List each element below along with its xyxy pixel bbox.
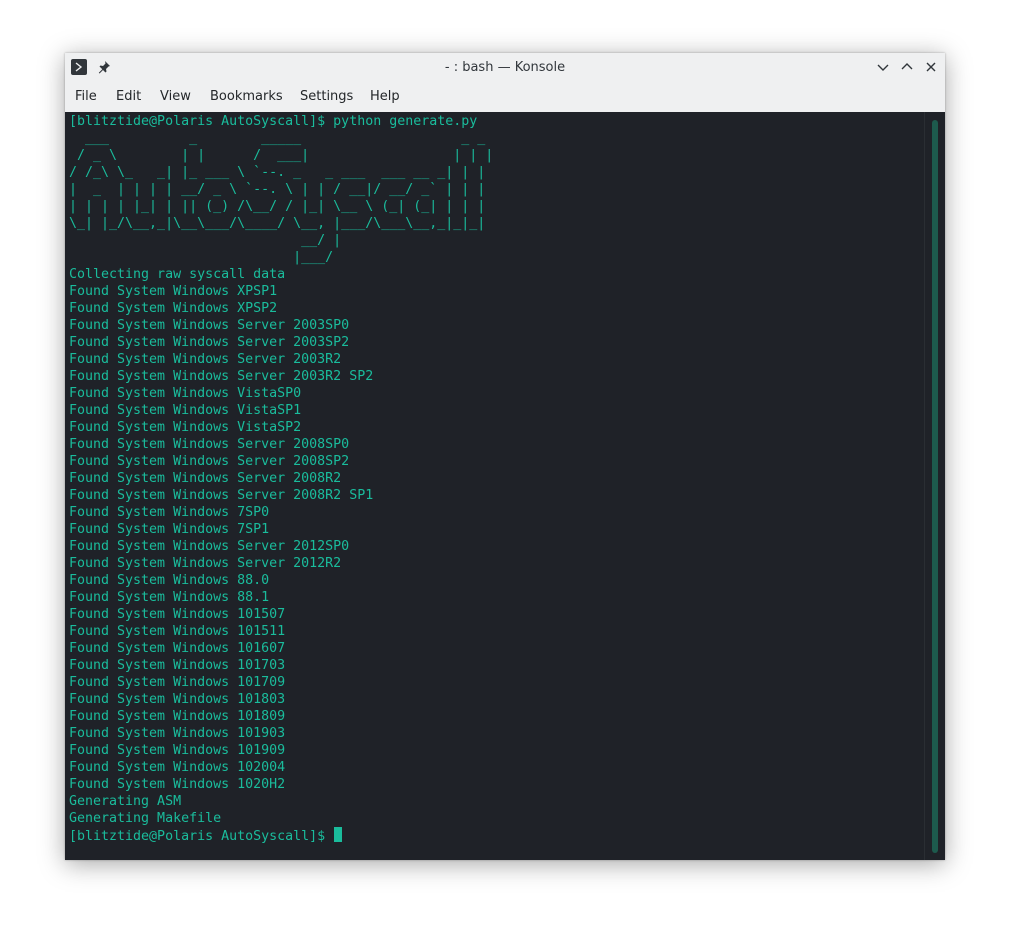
- terminal-line: Collecting raw syscall data: [69, 267, 286, 282]
- terminal-line: Found System Windows 7SP1: [69, 522, 270, 537]
- maximize-icon[interactable]: [899, 59, 915, 75]
- terminal-line: Found System Windows XPSP2: [69, 301, 278, 316]
- terminal-line: Found System Windows Server 2008SP0: [69, 437, 350, 452]
- terminal-line: Found System Windows Server 2003SP0: [69, 318, 350, 333]
- menu-bookmarks[interactable]: Bookmarks: [210, 82, 283, 112]
- terminal-line: Found System Windows 7SP0: [69, 505, 270, 520]
- terminal-line: Found System Windows 1020H2: [69, 777, 286, 792]
- terminal-prompt-icon[interactable]: [71, 59, 87, 75]
- title-bar[interactable]: - : bash — Konsole: [65, 53, 945, 82]
- terminal-line: Found System Windows 101909: [69, 743, 286, 758]
- terminal-line: Found System Windows 101607: [69, 641, 286, 656]
- terminal-line: \_| |_/\__,_|\__\___/\____/ \__, |___/\_…: [69, 216, 486, 231]
- menu-edit[interactable]: Edit: [116, 82, 141, 112]
- terminal-scrollbar[interactable]: [924, 112, 945, 860]
- terminal-lines: [blitztide@Polaris AutoSyscall]$ python …: [69, 113, 493, 844]
- terminal-line: | _ | | | | __/ _ \ `--. \ | | / __|/ __…: [69, 182, 486, 197]
- menu-bar: File Edit View Bookmarks Settings Help: [65, 82, 945, 112]
- terminal-line: ___ _ _____ _ _: [69, 131, 486, 146]
- menu-settings[interactable]: Settings: [300, 82, 353, 112]
- terminal-line: Found System Windows Server 2012R2: [69, 556, 342, 571]
- terminal-line: Found System Windows 88.0: [69, 573, 270, 588]
- terminal-line: Found System Windows 101511: [69, 624, 286, 639]
- pin-icon[interactable]: [96, 59, 112, 75]
- terminal-line: Found System Windows 101703: [69, 658, 286, 673]
- terminal-line: Found System Windows 101903: [69, 726, 286, 741]
- text-cursor: [334, 827, 343, 842]
- terminal-line: Found System Windows 102004: [69, 760, 286, 775]
- terminal-line: Found System Windows Server 2012SP0: [69, 539, 350, 554]
- terminal-line: Found System Windows Server 2008R2: [69, 471, 342, 486]
- menu-file[interactable]: File: [75, 82, 97, 112]
- terminal-line: / /_\ \_ _| |_ ___ \ `--. _ _ ___ ___ __…: [69, 165, 486, 180]
- terminal-line: Found System Windows 101709: [69, 675, 286, 690]
- terminal-line: | | | | |_| | || (_) /\__/ / |_| \__ \ (…: [69, 199, 486, 214]
- menu-view[interactable]: View: [160, 82, 191, 112]
- terminal-line: Found System Windows VistaSP1: [69, 403, 302, 418]
- terminal-line: Found System Windows Server 2003R2 SP2: [69, 369, 374, 384]
- prompt-line: [blitztide@Polaris AutoSyscall]$: [69, 827, 493, 844]
- terminal-line: |___/: [69, 250, 334, 265]
- window-title: - : bash — Konsole: [444, 60, 566, 75]
- terminal-output[interactable]: [blitztide@Polaris AutoSyscall]$ python …: [65, 112, 924, 860]
- minimize-icon[interactable]: [875, 59, 891, 75]
- close-icon[interactable]: [923, 59, 939, 75]
- terminal-line: Found System Windows Server 2003SP2: [69, 335, 350, 350]
- terminal-line: __/ |: [69, 233, 342, 248]
- terminal-line: / _ \ | | / ___| | | |: [69, 148, 494, 163]
- terminal-line: Generating Makefile: [69, 811, 222, 826]
- terminal-line: Found System Windows VistaSP2: [69, 420, 302, 435]
- terminal-line: Generating ASM: [69, 794, 182, 809]
- terminal-line: Found System Windows 101809: [69, 709, 286, 724]
- terminal-line: [blitztide@Polaris AutoSyscall]$ python …: [69, 114, 478, 129]
- terminal-line: Found System Windows XPSP1: [69, 284, 278, 299]
- terminal-line: Found System Windows 101507: [69, 607, 286, 622]
- terminal-line: Found System Windows VistaSP0: [69, 386, 302, 401]
- shell-prompt: [blitztide@Polaris AutoSyscall]$: [69, 829, 334, 844]
- terminal-line: Found System Windows Server 2008R2 SP1: [69, 488, 374, 503]
- terminal-line: Found System Windows 101803: [69, 692, 286, 707]
- scrollbar-thumb[interactable]: [932, 120, 938, 853]
- menu-help[interactable]: Help: [370, 82, 400, 112]
- terminal-line: Found System Windows Server 2003R2: [69, 352, 342, 367]
- terminal-line: Found System Windows Server 2008SP2: [69, 454, 350, 469]
- terminal-line: Found System Windows 88.1: [69, 590, 270, 605]
- konsole-window: - : bash — Konsole File Edit View Bookma…: [65, 53, 945, 860]
